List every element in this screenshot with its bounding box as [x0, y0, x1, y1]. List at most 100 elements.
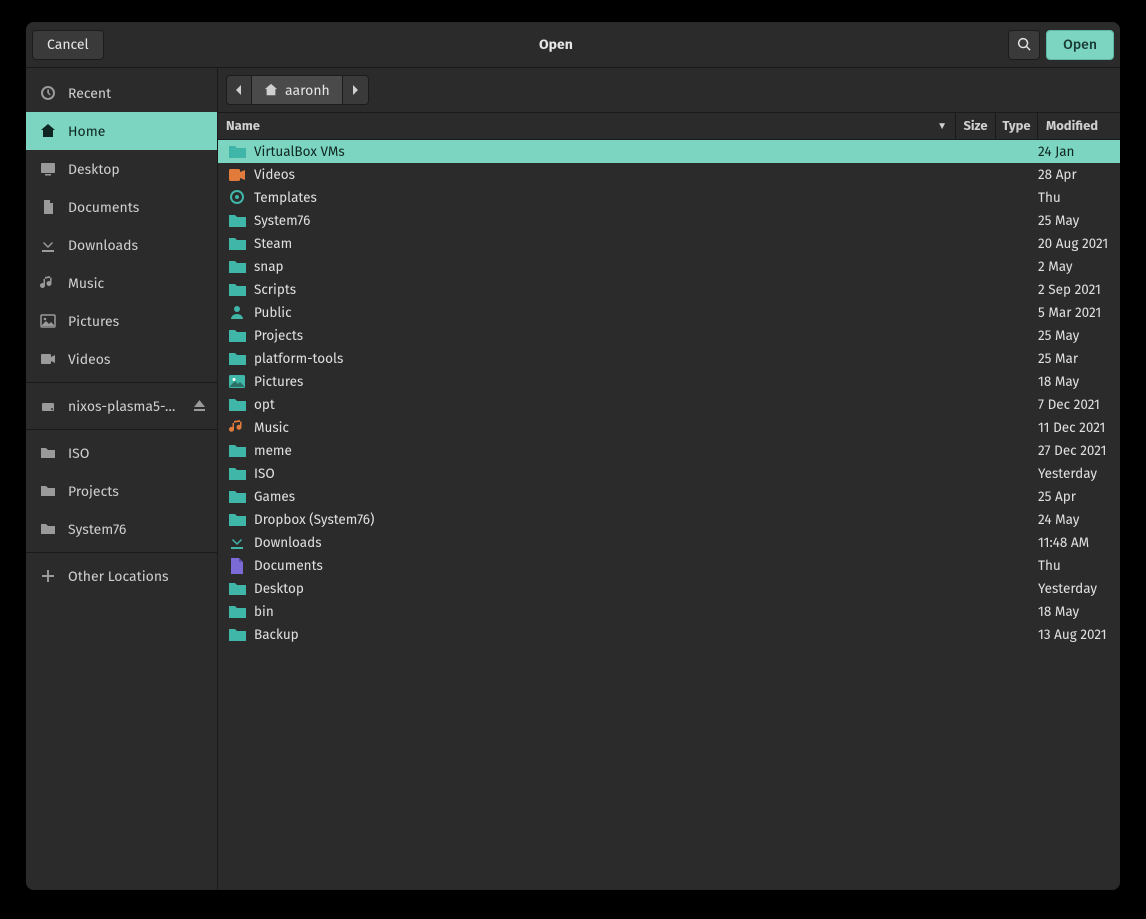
- file-row[interactable]: Projects25 May: [218, 324, 1120, 347]
- file-list[interactable]: VirtualBox VMs 24 Jan Videos28 AprTemplate…: [218, 140, 1120, 890]
- path-crumb-home[interactable]: aaronh: [252, 75, 343, 105]
- cancel-button[interactable]: Cancel: [32, 30, 104, 60]
- file-row[interactable]: System76 25 May: [218, 209, 1120, 232]
- file-row[interactable]: TemplatesThu: [218, 186, 1120, 209]
- file-row[interactable]: meme27 Dec 2021: [218, 439, 1120, 462]
- sidebar-item-projects[interactable]: Projects: [26, 472, 217, 510]
- file-row[interactable]: Music11 Dec 2021: [218, 416, 1120, 439]
- downloads-icon: [40, 237, 56, 253]
- folder-teal-icon: [228, 442, 246, 460]
- file-row[interactable]: bin 18 May: [218, 600, 1120, 623]
- file-name: Backup: [254, 626, 956, 643]
- file-modified: Thu: [1038, 557, 1120, 574]
- pictures-icon: [40, 313, 56, 329]
- videos-icon: [40, 351, 56, 367]
- folder-teal-icon: [228, 488, 246, 506]
- file-name: Pictures: [254, 373, 956, 390]
- file-row[interactable]: Backup13 Aug 2021: [218, 623, 1120, 646]
- sidebar-item-home[interactable]: Home: [26, 112, 217, 150]
- file-modified: 25 May: [1038, 212, 1120, 229]
- sort-descending-icon: ▼: [937, 120, 947, 132]
- sidebar-item-system76[interactable]: System76: [26, 510, 217, 548]
- file-modified: 24 May: [1038, 511, 1120, 528]
- file-row[interactable]: ISOYesterday: [218, 462, 1120, 485]
- folder-icon: [40, 445, 56, 461]
- column-header-size[interactable]: Size: [956, 113, 996, 139]
- file-modified: 18 May: [1038, 373, 1120, 390]
- sidebar-item-label: Music: [68, 275, 207, 292]
- sidebar-separator: [26, 552, 217, 553]
- file-name: Videos: [254, 166, 956, 183]
- plus-icon: [40, 568, 56, 584]
- file-row[interactable]: Desktop Yesterday: [218, 577, 1120, 600]
- file-name: Desktop: [254, 580, 956, 597]
- file-row[interactable]: Videos28 Apr: [218, 163, 1120, 186]
- file-modified: 2 Sep 2021: [1038, 281, 1120, 298]
- column-header-type[interactable]: Type: [996, 113, 1038, 139]
- file-modified: Yesterday: [1038, 580, 1120, 597]
- header-bar: Cancel Open Open: [26, 22, 1120, 68]
- file-row[interactable]: Scripts2 Sep 2021: [218, 278, 1120, 301]
- file-modified: 25 Apr: [1038, 488, 1120, 505]
- file-row[interactable]: snap2 May: [218, 255, 1120, 278]
- music-orange-icon: [228, 419, 246, 437]
- sidebar-item-desktop[interactable]: Desktop: [26, 150, 217, 188]
- file-row[interactable]: opt7 Dec 2021: [218, 393, 1120, 416]
- file-modified: 24 Jan: [1038, 143, 1120, 160]
- file-name: bin: [254, 603, 956, 620]
- sidebar-item-label: Projects: [68, 483, 207, 500]
- file-name: ISO: [254, 465, 956, 482]
- sidebar-item-documents[interactable]: Documents: [26, 188, 217, 226]
- file-row[interactable]: Steam20 Aug 2021: [218, 232, 1120, 255]
- sidebar-item-pictures[interactable]: Pictures: [26, 302, 217, 340]
- path-back-button[interactable]: [226, 75, 252, 105]
- sidebar-item-recent[interactable]: Recent: [26, 74, 217, 112]
- folder-teal-icon: [228, 465, 246, 483]
- path-bar: aaronh: [218, 68, 1120, 112]
- file-name: snap: [254, 258, 956, 275]
- sidebar-item-other-locations[interactable]: Other Locations: [26, 557, 217, 595]
- file-modified: Thu: [1038, 189, 1120, 206]
- file-modified: 18 May: [1038, 603, 1120, 620]
- file-row[interactable]: Public 5 Mar 2021: [218, 301, 1120, 324]
- sidebar-item-label: Pictures: [68, 313, 207, 330]
- desktop-icon: [40, 161, 56, 177]
- sidebar-item-iso[interactable]: ISO: [26, 434, 217, 472]
- file-row[interactable]: Dropbox (System76)24 May: [218, 508, 1120, 531]
- file-modified: 5 Mar 2021: [1038, 304, 1120, 321]
- file-row[interactable]: Pictures 18 May: [218, 370, 1120, 393]
- sidebar-item-downloads[interactable]: Downloads: [26, 226, 217, 264]
- file-name: Games: [254, 488, 956, 505]
- sidebar-item-label: ISO: [68, 445, 207, 462]
- folder-teal-icon: [228, 143, 246, 161]
- file-modified: 25 Mar: [1038, 350, 1120, 367]
- file-row[interactable]: Games 25 Apr: [218, 485, 1120, 508]
- music-icon: [40, 275, 56, 291]
- file-row[interactable]: Documents Thu: [218, 554, 1120, 577]
- path-forward-button[interactable]: [343, 75, 369, 105]
- file-modified: 7 Dec 2021: [1038, 396, 1120, 413]
- eject-icon[interactable]: [193, 399, 207, 413]
- file-name: Documents: [254, 557, 956, 574]
- search-icon: [1017, 37, 1032, 52]
- documents-icon: [40, 199, 56, 215]
- file-name: VirtualBox VMs: [254, 143, 956, 160]
- file-row[interactable]: platform-tools 25 Mar: [218, 347, 1120, 370]
- file-name: platform-tools: [254, 350, 956, 367]
- downloads-teal-icon: [228, 534, 246, 552]
- file-name: System76: [254, 212, 956, 229]
- sidebar-item-nixos-plasma5-[interactable]: nixos-plasma5-…: [26, 387, 217, 425]
- column-header-name[interactable]: Name ▼: [218, 113, 956, 139]
- file-name: Public: [254, 304, 956, 321]
- column-header-modified[interactable]: Modified: [1038, 113, 1120, 139]
- sidebar-item-videos[interactable]: Videos: [26, 340, 217, 378]
- open-button[interactable]: Open: [1046, 30, 1114, 60]
- sidebar-item-music[interactable]: Music: [26, 264, 217, 302]
- file-row[interactable]: VirtualBox VMs 24 Jan: [218, 140, 1120, 163]
- folder-teal-icon: [228, 580, 246, 598]
- file-row[interactable]: Downloads11:48 AM: [218, 531, 1120, 554]
- folder-teal-icon: [228, 212, 246, 230]
- search-button[interactable]: [1008, 30, 1040, 60]
- file-name: Music: [254, 419, 956, 436]
- sidebar-item-label: System76: [68, 521, 207, 538]
